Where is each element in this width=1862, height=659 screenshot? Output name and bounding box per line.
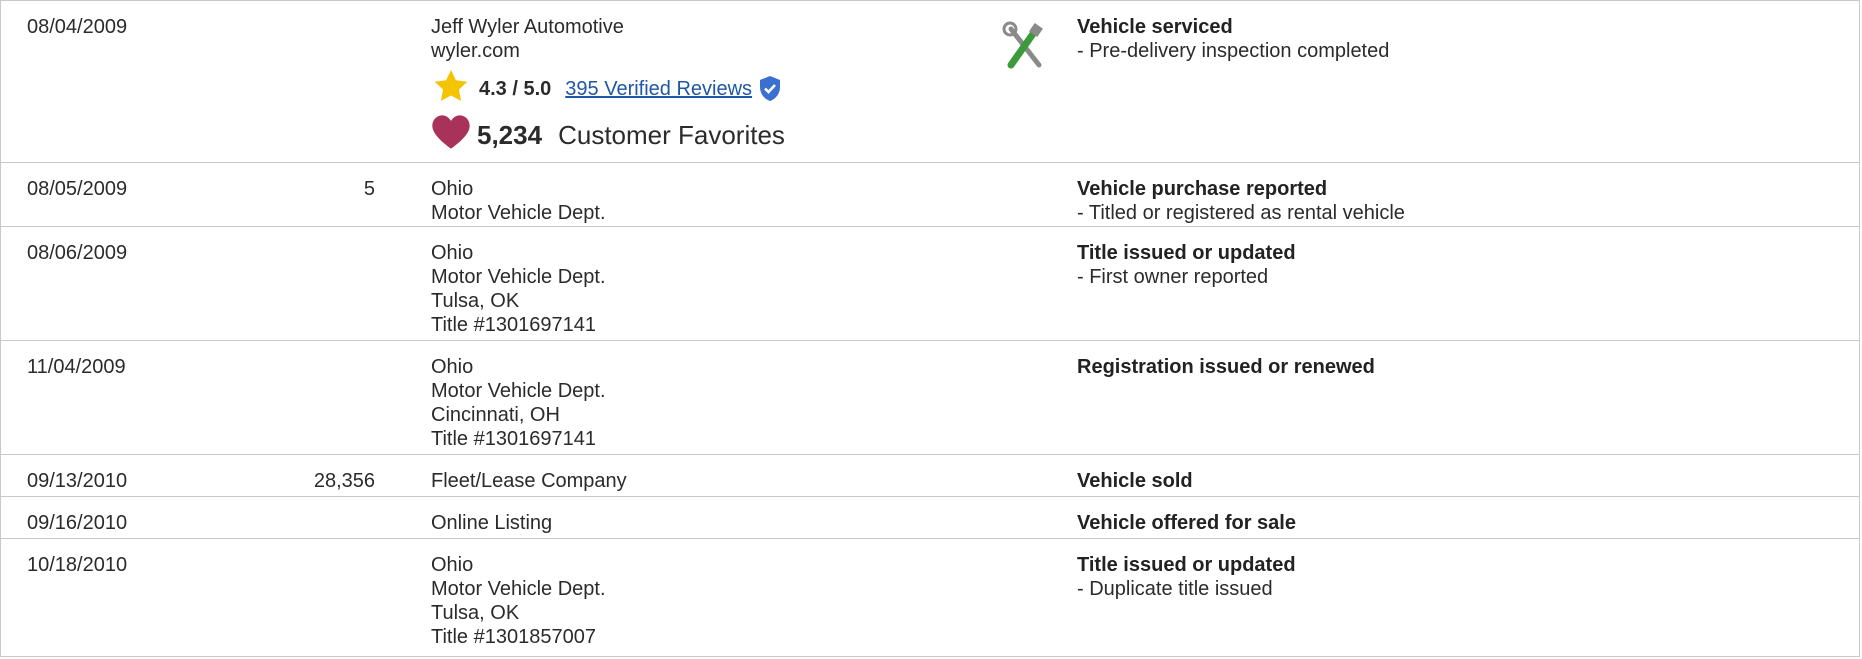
event-title: Vehicle purchase reported — [1077, 178, 1328, 200]
source-cell: Online Listing — [431, 511, 552, 535]
source-line: Cincinnati, OH — [431, 404, 560, 426]
source-cell: Ohio Motor Vehicle Dept. Tulsa, OK Title… — [431, 553, 606, 649]
source-line: wyler.com — [431, 40, 520, 62]
source-cell: Jeff Wyler Automotive wyler.com 4.3 / 5.… — [431, 15, 785, 159]
date-cell: 08/04/2009 — [27, 16, 128, 38]
favorites-count: 5,234 — [477, 120, 543, 150]
event-title: Registration issued or renewed — [1077, 356, 1375, 378]
table-row: 11/04/2009 Ohio Motor Vehicle Dept. Cinc… — [1, 341, 1859, 455]
table-row: 09/13/2010 28,356 Fleet/Lease Company Ve… — [1, 455, 1859, 497]
source-line: Title #1301857007 — [431, 626, 596, 648]
source-line: Motor Vehicle Dept. — [431, 578, 606, 600]
details-cell: Title issued or updated - Duplicate titl… — [1077, 553, 1296, 601]
date-cell: 08/05/2009 — [27, 178, 128, 200]
source-line: Ohio — [431, 554, 474, 576]
table-row: 08/05/2009 5 Ohio Motor Vehicle Dept. Ve… — [1, 163, 1859, 227]
heart-icon — [431, 113, 471, 157]
customer-favorites: 5,234 Customer Favorites — [431, 111, 785, 159]
odometer-cell: 28,356 — [313, 470, 375, 492]
date-cell: 09/13/2010 — [27, 470, 128, 492]
source-line: Ohio — [431, 356, 474, 378]
source-line: Ohio — [431, 178, 474, 200]
source-line: Title #1301697141 — [431, 314, 596, 336]
event-title: Vehicle serviced — [1077, 16, 1233, 38]
date-cell: 09/16/2010 — [27, 512, 128, 534]
source-line: Online Listing — [431, 512, 553, 534]
details-cell: Vehicle serviced - Pre-delivery inspecti… — [1077, 15, 1389, 63]
source-line: Fleet/Lease Company — [431, 470, 627, 492]
details-cell: Vehicle offered for sale — [1077, 511, 1296, 535]
source-line: Ohio — [431, 242, 474, 264]
source-cell: Ohio Motor Vehicle Dept. — [431, 177, 606, 225]
event-title: Vehicle sold — [1077, 470, 1193, 492]
source-cell: Ohio Motor Vehicle Dept. Cincinnati, OH … — [431, 355, 606, 451]
table-row: 10/18/2010 Ohio Motor Vehicle Dept. Tuls… — [1, 539, 1859, 656]
source-line: Motor Vehicle Dept. — [431, 266, 606, 288]
event-title: Vehicle offered for sale — [1077, 512, 1296, 534]
dealer-rating: 4.3 / 5.0 395 Verified Reviews — [431, 69, 785, 109]
details-cell: Vehicle purchase reported - Titled or re… — [1077, 177, 1405, 225]
source-line: Motor Vehicle Dept. — [431, 380, 606, 402]
star-icon — [431, 67, 471, 111]
table-row: 09/16/2010 Online Listing Vehicle offere… — [1, 497, 1859, 539]
details-cell: Title issued or updated - First owner re… — [1077, 241, 1296, 289]
favorites-label: Customer Favorites — [558, 120, 785, 150]
verified-reviews-link[interactable]: 395 Verified Reviews — [565, 77, 752, 101]
source-line: Motor Vehicle Dept. — [431, 202, 606, 224]
source-line: Jeff Wyler Automotive — [431, 16, 624, 38]
details-cell: Vehicle sold — [1077, 469, 1193, 493]
source-cell: Fleet/Lease Company — [431, 469, 627, 493]
event-detail: - Pre-delivery inspection completed — [1077, 40, 1390, 62]
tools-icon — [1001, 21, 1047, 73]
verified-badge-icon — [758, 75, 782, 103]
event-title: Title issued or updated — [1077, 242, 1296, 264]
source-line: Title #1301697141 — [431, 428, 596, 450]
details-cell: Registration issued or renewed — [1077, 355, 1375, 379]
event-detail: - First owner reported — [1077, 266, 1269, 288]
source-cell: Ohio Motor Vehicle Dept. Tulsa, OK Title… — [431, 241, 606, 337]
rating-score: 4.3 / 5.0 — [479, 78, 552, 100]
table-row: 08/06/2009 Ohio Motor Vehicle Dept. Tuls… — [1, 227, 1859, 341]
date-cell: 11/04/2009 — [27, 356, 126, 378]
source-line: Tulsa, OK — [431, 290, 520, 312]
source-line: Tulsa, OK — [431, 602, 520, 624]
event-detail: - Titled or registered as rental vehicle — [1077, 202, 1405, 224]
vehicle-history-table: 08/04/2009 Jeff Wyler Automotive wyler.c… — [0, 0, 1860, 657]
event-title: Title issued or updated — [1077, 554, 1296, 576]
event-detail: - Duplicate title issued — [1077, 578, 1273, 600]
date-cell: 08/06/2009 — [27, 242, 128, 264]
table-row: 08/04/2009 Jeff Wyler Automotive wyler.c… — [1, 1, 1859, 163]
date-cell: 10/18/2010 — [27, 554, 128, 576]
odometer-cell: 5 — [363, 178, 375, 200]
